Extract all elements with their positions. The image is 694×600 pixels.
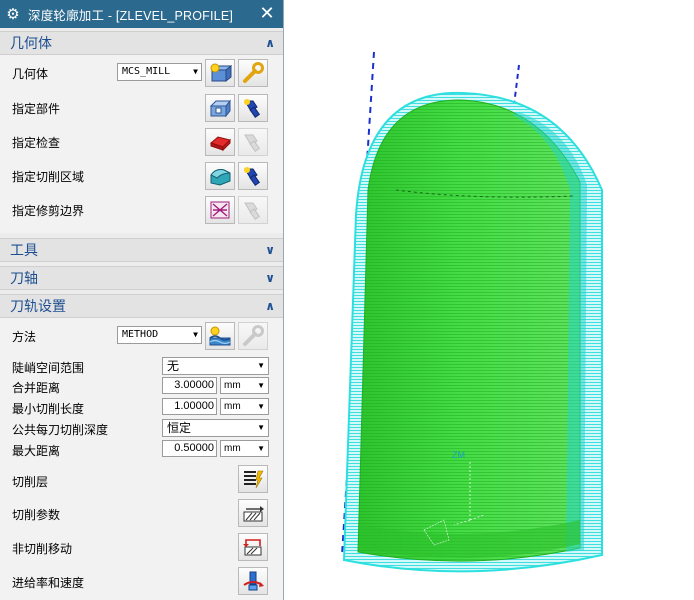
flashlight-icon — [244, 134, 261, 152]
select-part-button[interactable] — [205, 94, 235, 122]
flashlight-icon — [244, 99, 261, 118]
gear-icon: ⚙ — [6, 6, 20, 23]
section-axis-header[interactable]: 刀轴 ∨ — [0, 266, 283, 290]
new-method-button[interactable] — [205, 322, 235, 350]
chevron-down-icon: ▼ — [193, 67, 198, 76]
chevron-down-icon: ▼ — [257, 381, 265, 390]
section-path-body: 方法 METHOD ▼ 陡峭空间范围 无 ▼ 合并距离 3.00000 mm ▼… — [0, 318, 283, 600]
cut-levels-button[interactable] — [238, 465, 268, 493]
merge-distance-unit: mm — [224, 380, 241, 391]
operation-dialog: ⚙ 深度轮廓加工 - [ZLEVEL_PROFILE] ✕ 几何体 ∧ 几何体 … — [0, 0, 284, 600]
cut-params-label: 切削参数 — [12, 508, 61, 522]
method-label: 方法 — [12, 330, 37, 344]
section-geometry-header[interactable]: 几何体 ∧ — [0, 31, 283, 55]
merge-distance-label: 合并距离 — [12, 381, 61, 395]
tool-axis-right-line — [513, 64, 520, 106]
close-button[interactable]: ✕ — [257, 3, 277, 23]
steep-range-select[interactable]: 无 ▼ — [162, 357, 269, 375]
section-geometry-title: 几何体 — [10, 35, 52, 51]
chevron-down-icon: ▼ — [193, 330, 198, 339]
steep-range-value: 无 — [167, 359, 180, 373]
edit-method-button — [238, 322, 268, 350]
part-icon — [209, 99, 232, 118]
section-path-title: 刀轨设置 — [10, 298, 66, 314]
merge-distance-unit-select[interactable]: mm ▼ — [220, 377, 269, 394]
cut-levels-icon — [244, 470, 264, 489]
max-distance-label: 最大距离 — [12, 444, 61, 458]
mcs-axis-label: ZM — [452, 450, 465, 460]
feeds-speeds-label: 进给率和速度 — [12, 576, 85, 590]
flashlight-icon — [244, 202, 261, 220]
new-geometry-button[interactable] — [205, 59, 235, 87]
depth-per-cut-select[interactable]: 恒定 ▼ — [162, 419, 269, 437]
chevron-down-icon: ▼ — [257, 402, 265, 411]
section-path-header[interactable]: 刀轨设置 ∧ — [0, 294, 283, 318]
section-axis-title: 刀轴 — [10, 270, 38, 286]
select-cut-area-button[interactable] — [205, 162, 235, 190]
specify-cut-area-label: 指定切削区域 — [12, 170, 85, 184]
specify-part-label: 指定部件 — [12, 102, 61, 116]
method-select[interactable]: METHOD ▼ — [117, 326, 202, 344]
wrench-icon — [243, 325, 264, 346]
dialog-titlebar: ⚙ 深度轮廓加工 - [ZLEVEL_PROFILE] ✕ — [0, 0, 283, 28]
check-geometry-icon — [210, 136, 231, 152]
min-cut-length-unit-select[interactable]: mm ▼ — [220, 398, 269, 415]
steep-range-label: 陡峭空间范围 — [12, 361, 85, 375]
min-cut-length-input[interactable]: 1.00000 — [162, 398, 217, 415]
chevron-down-icon: ∨ — [265, 271, 275, 285]
max-distance-unit-select[interactable]: mm ▼ — [220, 440, 269, 457]
section-tool-header[interactable]: 工具 ∨ — [0, 238, 283, 262]
feeds-speeds-icon — [243, 571, 264, 591]
method-select-value: METHOD — [122, 329, 159, 340]
depth-per-cut-value: 恒定 — [167, 421, 192, 435]
toolpath-scene[interactable]: ZM — [284, 0, 694, 600]
flashlight-icon — [244, 167, 261, 186]
new-geometry-icon — [210, 63, 232, 83]
non-cut-moves-label: 非切削移动 — [12, 542, 73, 556]
non-cut-moves-button[interactable] — [238, 533, 268, 561]
max-distance-unit: mm — [224, 443, 241, 454]
chevron-down-icon: ▼ — [257, 361, 265, 370]
min-cut-length-unit: mm — [224, 401, 241, 412]
part-contour-rings — [358, 100, 580, 562]
edit-geometry-button[interactable] — [238, 59, 268, 87]
graphics-viewport[interactable]: ZM — [284, 0, 694, 600]
geometry-label: 几何体 — [12, 67, 49, 81]
merge-distance-input[interactable]: 3.00000 — [162, 377, 217, 394]
chevron-up-icon: ∧ — [265, 36, 275, 50]
display-cut-area-button[interactable] — [238, 162, 268, 190]
specify-trim-label: 指定修剪边界 — [12, 204, 85, 218]
dialog-title: 深度轮廓加工 - [ZLEVEL_PROFILE] — [28, 8, 234, 23]
depth-per-cut-label: 公共每刀切削深度 — [12, 423, 109, 437]
select-trim-boundary-button[interactable] — [205, 196, 235, 224]
select-check-button[interactable] — [205, 128, 235, 156]
chevron-up-icon: ∧ — [265, 299, 275, 313]
display-trim-button — [238, 196, 268, 224]
chevron-down-icon: ▼ — [257, 423, 265, 432]
display-part-button[interactable] — [238, 94, 268, 122]
specify-check-label: 指定检查 — [12, 136, 61, 150]
wrench-icon — [243, 62, 264, 83]
max-distance-input[interactable]: 0.50000 — [162, 440, 217, 457]
section-tool-title: 工具 — [10, 242, 38, 258]
geometry-select[interactable]: MCS_MILL ▼ — [117, 63, 202, 81]
cut-params-button[interactable] — [238, 499, 268, 527]
geometry-select-value: MCS_MILL — [122, 66, 171, 77]
display-check-button — [238, 128, 268, 156]
chevron-down-icon: ∨ — [265, 243, 275, 257]
feeds-speeds-button[interactable] — [238, 567, 268, 595]
non-cut-moves-icon — [243, 539, 262, 556]
section-geometry-body: 几何体 MCS_MILL ▼ 指定部件 指定检查 指定切削区域 指定修剪边界 — [0, 55, 283, 233]
cut-levels-label: 切削层 — [12, 475, 49, 489]
new-method-icon — [209, 326, 231, 346]
chevron-down-icon: ▼ — [257, 444, 265, 453]
min-cut-length-label: 最小切削长度 — [12, 402, 85, 416]
cut-params-icon — [243, 506, 264, 522]
trim-boundary-icon — [210, 201, 230, 219]
cut-area-icon — [210, 169, 231, 186]
